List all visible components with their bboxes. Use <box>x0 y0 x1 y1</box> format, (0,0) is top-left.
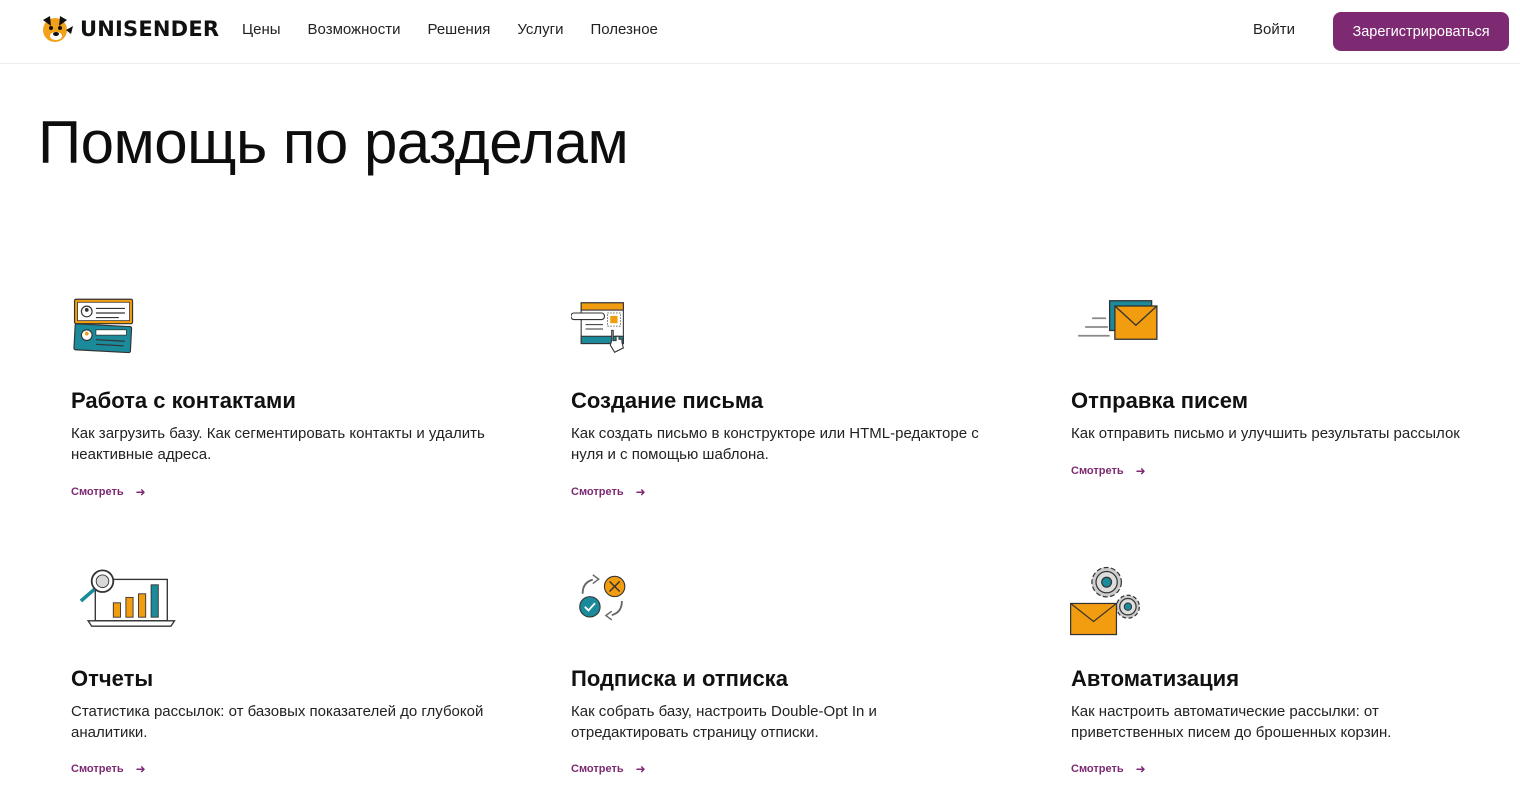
card-title: Создание письма <box>571 388 764 413</box>
more-link-label: Смотреть <box>571 763 624 775</box>
card-title: Отправка писем <box>1071 388 1248 413</box>
subscription-icon <box>579 574 626 621</box>
site-header: UNISENDER Цены Возможности Решения Услуг… <box>0 0 1520 64</box>
card-description: Как собрать базу, настроить Double-Opt I… <box>571 703 877 741</box>
more-link-label: Смотреть <box>1071 763 1124 775</box>
dog-logo-icon <box>43 16 73 42</box>
arrow-right-icon: ➜ <box>1135 762 1146 776</box>
more-link-label: Смотреть <box>71 486 124 498</box>
arrow-right-icon: ➜ <box>1135 464 1146 478</box>
automation-icon <box>1070 566 1140 636</box>
nav-item-services[interactable]: Услуги <box>517 21 563 38</box>
card-more-link[interactable]: Смотреть ➜ <box>71 762 146 776</box>
nav-item-solutions[interactable]: Решения <box>427 21 490 38</box>
arrow-right-icon: ➜ <box>635 485 646 499</box>
reports-icon <box>79 569 176 627</box>
nav-item-prices[interactable]: Цены <box>242 21 281 38</box>
contacts-icon <box>73 298 134 354</box>
card-title: Подписка и отписка <box>571 666 788 691</box>
card-description: Статистика рассылок: от базовых показате… <box>71 703 484 741</box>
card-description: Как настроить автоматические рассылки: о… <box>1071 703 1392 741</box>
nav-item-features[interactable]: Возможности <box>308 21 401 38</box>
card-title: Работа с контактами <box>71 388 296 413</box>
nav-item-useful[interactable]: Полезное <box>590 21 657 38</box>
card-more-link[interactable]: Смотреть ➜ <box>1071 464 1146 478</box>
card-description: Как отправить письмо и улучшить результа… <box>1071 425 1460 442</box>
register-button[interactable]: Зарегистрироваться <box>1333 12 1509 51</box>
card-more-link[interactable]: Смотреть ➜ <box>1071 762 1146 776</box>
email-builder-icon <box>571 302 624 353</box>
card-more-link[interactable]: Смотреть ➜ <box>571 485 646 499</box>
card-description: Как создать письмо в конструкторе или HT… <box>571 425 979 463</box>
logo[interactable]: UNISENDER <box>38 12 219 46</box>
card-more-link[interactable]: Смотреть ➜ <box>71 485 146 499</box>
more-link-label: Смотреть <box>1071 465 1124 477</box>
more-link-label: Смотреть <box>571 486 624 498</box>
page-title: Помощь по разделам <box>38 109 629 176</box>
card-more-link[interactable]: Смотреть ➜ <box>571 762 646 776</box>
card-title: Автоматизация <box>1071 666 1240 691</box>
main-nav: Цены Возможности Решения Услуги Полезное <box>242 21 685 38</box>
more-link-label: Смотреть <box>71 763 124 775</box>
arrow-right-icon: ➜ <box>635 762 646 776</box>
arrow-right-icon: ➜ <box>135 762 146 776</box>
logo-text: UNISENDER <box>80 17 220 41</box>
card-title: Отчеты <box>71 666 154 691</box>
login-link[interactable]: Войти <box>1253 21 1295 38</box>
card-description: Как загрузить базу. Как сегментировать к… <box>71 425 485 463</box>
send-email-icon <box>1078 300 1158 340</box>
arrow-right-icon: ➜ <box>135 485 146 499</box>
